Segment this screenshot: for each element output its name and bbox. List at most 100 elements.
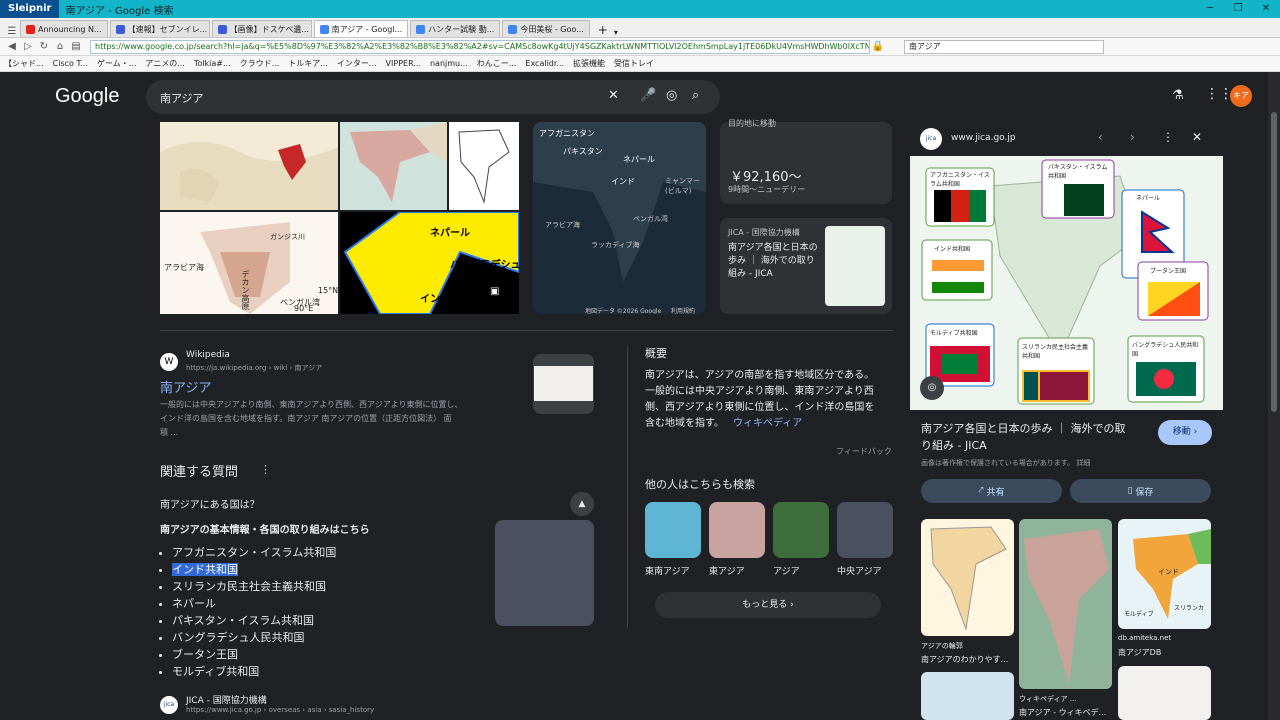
forward-icon[interactable]: ▷ bbox=[20, 41, 36, 52]
image-result[interactable] bbox=[160, 122, 338, 210]
result-url[interactable]: https://www.jica.go.jp › overseas › asia… bbox=[186, 706, 374, 714]
related-label[interactable]: 中央アジア bbox=[837, 564, 882, 577]
search-input[interactable]: 南アジア bbox=[160, 90, 204, 106]
thumb-title[interactable]: 南アジアDB bbox=[1118, 647, 1161, 658]
thumb-title[interactable]: 南アジアのわかりやす... bbox=[921, 654, 1008, 665]
related-label[interactable]: 東アジア bbox=[709, 564, 745, 577]
jica-image-card[interactable]: JICA - 国際協力機構 南アジア各国と日本の歩み ｜ 海外での取り組み - … bbox=[720, 218, 892, 314]
scrollbar-thumb[interactable] bbox=[1271, 112, 1277, 412]
overview-text: 南アジアは、アジアの南部を指す地域区分である。 bbox=[645, 370, 875, 381]
close-icon[interactable]: ✕ bbox=[1192, 130, 1202, 144]
bookmark-item[interactable]: nanjmu... bbox=[430, 59, 468, 68]
mic-icon[interactable]: 🎤 bbox=[640, 88, 656, 103]
related-thumbnail[interactable] bbox=[837, 502, 893, 558]
panel-title[interactable]: 南アジア各国と日本の歩み ｜ 海外での取 bbox=[921, 420, 1126, 436]
bookmark-item[interactable]: アニメの... bbox=[145, 58, 184, 69]
labs-flask-icon[interactable]: ⚗ bbox=[1172, 88, 1184, 103]
answer-thumbnail[interactable] bbox=[495, 520, 594, 626]
paa-question[interactable]: 南アジアにある国は？ bbox=[160, 496, 260, 511]
result-url[interactable]: https://ja.wikipedia.org › wiki › 南アジア bbox=[186, 363, 322, 373]
map-result[interactable]: アフガニスタン パキスタン ネパール インド アラビア海 ベンガル湾 ラッカディ… bbox=[533, 122, 706, 314]
restore-button[interactable]: ❐ bbox=[1224, 0, 1252, 18]
google-search-bar[interactable]: 南アジア ✕ 🎤 ◎ ⌕ bbox=[146, 80, 720, 114]
feedback-link[interactable]: フィードバック bbox=[836, 446, 892, 457]
tab-menu-icon[interactable]: ☰ bbox=[4, 26, 20, 37]
close-button[interactable]: ✕ bbox=[1252, 0, 1280, 18]
panel-title[interactable]: り組み - JICA bbox=[921, 437, 987, 453]
share-button[interactable]: ⤤ 共有 bbox=[921, 479, 1062, 503]
scrollbar[interactable] bbox=[1268, 72, 1280, 720]
image-result[interactable]: アラビア海 デカン高原 ベンガル湾 ガンジス川 15°N 90°E bbox=[160, 212, 338, 314]
related-thumbnail[interactable] bbox=[645, 502, 701, 558]
image-result[interactable]: ネパール バングラデシュ インド ▣ bbox=[340, 212, 519, 314]
back-icon[interactable]: ◀ bbox=[4, 41, 20, 52]
related-label[interactable]: アジア bbox=[773, 564, 800, 577]
more-button[interactable]: もっと見る › bbox=[655, 592, 881, 618]
panel-thumbnail[interactable] bbox=[1019, 519, 1112, 689]
map-label: パキスタン bbox=[563, 147, 603, 156]
related-label[interactable]: 東南アジア bbox=[645, 564, 690, 577]
more-options-icon[interactable]: ⋮ bbox=[1162, 130, 1174, 144]
bookmark-item[interactable]: ゲーム・... bbox=[97, 58, 136, 69]
bookmark-item[interactable]: Excalidr... bbox=[525, 59, 564, 68]
tab-1[interactable]: 【速報】セブンイレ... bbox=[109, 20, 210, 37]
panel-thumbnail[interactable] bbox=[1118, 666, 1211, 720]
bookmark-item[interactable]: インター... bbox=[337, 58, 377, 69]
result-thumbnail[interactable] bbox=[533, 354, 594, 414]
card-source: JICA - 国際協力機構 bbox=[728, 228, 800, 237]
chevron-up-icon[interactable]: ▲ bbox=[570, 492, 594, 516]
visit-button[interactable]: 移動 › bbox=[1158, 420, 1212, 445]
bookmark-item[interactable]: 【シャド... bbox=[4, 58, 44, 69]
visit-label: 移動 bbox=[1172, 427, 1191, 437]
bookmark-item[interactable]: クラウド... bbox=[240, 58, 280, 69]
image-result[interactable] bbox=[449, 122, 519, 210]
tab-5[interactable]: 今田美桜 - Goo... bbox=[502, 20, 590, 37]
panel-thumbnail[interactable]: インド モルディブ スリランカ bbox=[1118, 519, 1211, 629]
minimize-button[interactable]: ─ bbox=[1196, 0, 1224, 18]
bookmark-item[interactable]: 受信トレイ bbox=[614, 58, 654, 69]
wikipedia-link[interactable]: ウィキペディア bbox=[733, 414, 802, 429]
flight-card[interactable]: 目的地に移動 ￥92,160〜 9時間〜ニューデリー bbox=[720, 119, 892, 204]
thumb-source: アジアの輪郭 bbox=[921, 642, 963, 650]
bookmark-item[interactable]: わんこー... bbox=[477, 58, 517, 69]
image-result[interactable] bbox=[340, 122, 447, 210]
more-options-icon[interactable]: ⋮ bbox=[260, 463, 271, 476]
panel-thumbnail[interactable] bbox=[921, 672, 1014, 720]
clear-icon[interactable]: ✕ bbox=[608, 88, 619, 103]
related-thumbnail[interactable] bbox=[773, 502, 829, 558]
new-tab-icon[interactable]: + bbox=[598, 23, 608, 37]
terms-link[interactable]: 利用規約 bbox=[671, 306, 695, 314]
thumb-title[interactable]: 南アジア - ウィキペデ... bbox=[1019, 707, 1106, 718]
reload-icon[interactable]: ↻ bbox=[36, 41, 52, 52]
lens-icon[interactable]: ◎ bbox=[666, 88, 677, 103]
tab-3[interactable]: 南アジア - Googl... bbox=[313, 20, 409, 37]
home-icon[interactable]: ⌂ bbox=[52, 41, 68, 52]
bookmark-item[interactable]: 拡張機能 bbox=[573, 58, 605, 69]
next-icon[interactable]: › bbox=[1130, 130, 1135, 144]
avatar[interactable]: キア bbox=[1230, 85, 1252, 107]
result-snippet: 積 ... bbox=[160, 428, 179, 437]
address-bar[interactable]: https://www.google.co.jp/search?hl=ja&q=… bbox=[90, 39, 870, 54]
tab-2[interactable]: 【画像】ドスケベ遺... bbox=[211, 20, 312, 37]
apps-grid-icon[interactable]: ⋮⋮ bbox=[1205, 86, 1233, 102]
related-thumbnail[interactable] bbox=[709, 502, 765, 558]
result-title[interactable]: 南アジア bbox=[160, 377, 211, 396]
tab-4[interactable]: ハンター試験 動... bbox=[410, 20, 501, 37]
panel-thumbnail[interactable] bbox=[921, 519, 1014, 636]
search-icon[interactable]: ⌕ bbox=[692, 88, 699, 103]
tab-0[interactable]: Announcing N... bbox=[20, 20, 108, 37]
panel-main-image[interactable]: アフガニスタン・イスラム共和国 パキスタン・イスラム共和国 ネパール インド共和… bbox=[910, 156, 1223, 410]
page-icon[interactable]: ▤ bbox=[68, 41, 84, 52]
map-label: アラビア海 bbox=[164, 263, 204, 272]
save-button[interactable]: ▯ 保存 bbox=[1070, 479, 1211, 503]
chevron-down-icon[interactable]: ▾ bbox=[614, 28, 618, 37]
move-link[interactable]: 目的地に移動 bbox=[728, 118, 776, 129]
bookmark-item[interactable]: VIPPER... bbox=[386, 59, 421, 68]
bookmark-item[interactable]: Tolkia#... bbox=[194, 59, 231, 68]
search-box[interactable]: 南アジア bbox=[904, 39, 1104, 54]
google-logo[interactable]: Google bbox=[55, 85, 120, 108]
bookmark-item[interactable]: Cisco T... bbox=[53, 59, 88, 68]
lens-icon[interactable]: ◎ bbox=[920, 376, 944, 400]
prev-icon[interactable]: ‹ bbox=[1098, 130, 1103, 144]
bookmark-item[interactable]: トルキア... bbox=[288, 58, 328, 69]
